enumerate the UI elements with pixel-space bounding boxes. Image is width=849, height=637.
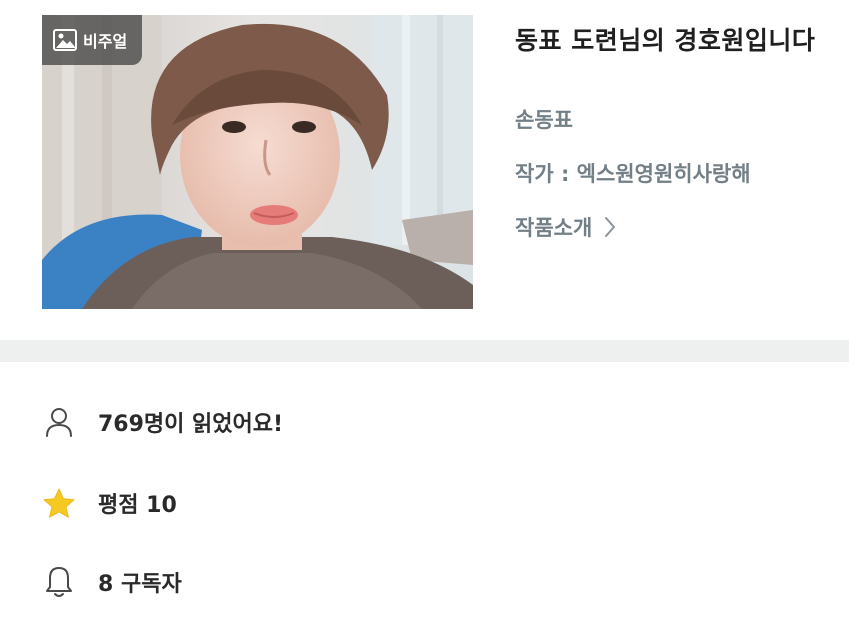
image-icon bbox=[53, 29, 77, 51]
author-name[interactable]: 손동표 bbox=[515, 104, 573, 134]
visual-badge-label: 비주얼 bbox=[83, 32, 128, 51]
rating-stat: 평점 10 bbox=[42, 483, 177, 523]
cover-image[interactable]: 비주얼 bbox=[42, 15, 473, 309]
intro-label: 작품소개 bbox=[515, 216, 593, 240]
readers-stat: 769명이 읽었어요! bbox=[42, 402, 283, 442]
person-icon bbox=[42, 405, 76, 439]
work-header: 비주얼 동표 도련님의 경호원입니다 손동표 작가 : 엑스원영원히사랑해 작품… bbox=[0, 0, 849, 340]
work-title: 동표 도련님의 경호원입니다 bbox=[515, 26, 816, 55]
rating-value: 평점 10 bbox=[98, 493, 177, 518]
star-icon bbox=[42, 486, 76, 520]
chevron-right-icon bbox=[604, 216, 616, 238]
visual-badge[interactable]: 비주얼 bbox=[42, 15, 142, 65]
subscribers-count: 8 구독자 bbox=[98, 572, 182, 597]
bell-icon bbox=[42, 565, 76, 599]
subscribers-stat: 8 구독자 bbox=[42, 562, 182, 602]
readers-count: 769명이 읽었어요! bbox=[98, 412, 284, 437]
work-info: 동표 도련님의 경호원입니다 손동표 작가 : 엑스원영원히사랑해 작품소개 bbox=[515, 22, 835, 240]
section-divider bbox=[0, 340, 849, 362]
author-line[interactable]: 작가 : 엑스원영원히사랑해 bbox=[515, 158, 751, 188]
intro-link[interactable]: 작품소개 bbox=[515, 212, 616, 242]
